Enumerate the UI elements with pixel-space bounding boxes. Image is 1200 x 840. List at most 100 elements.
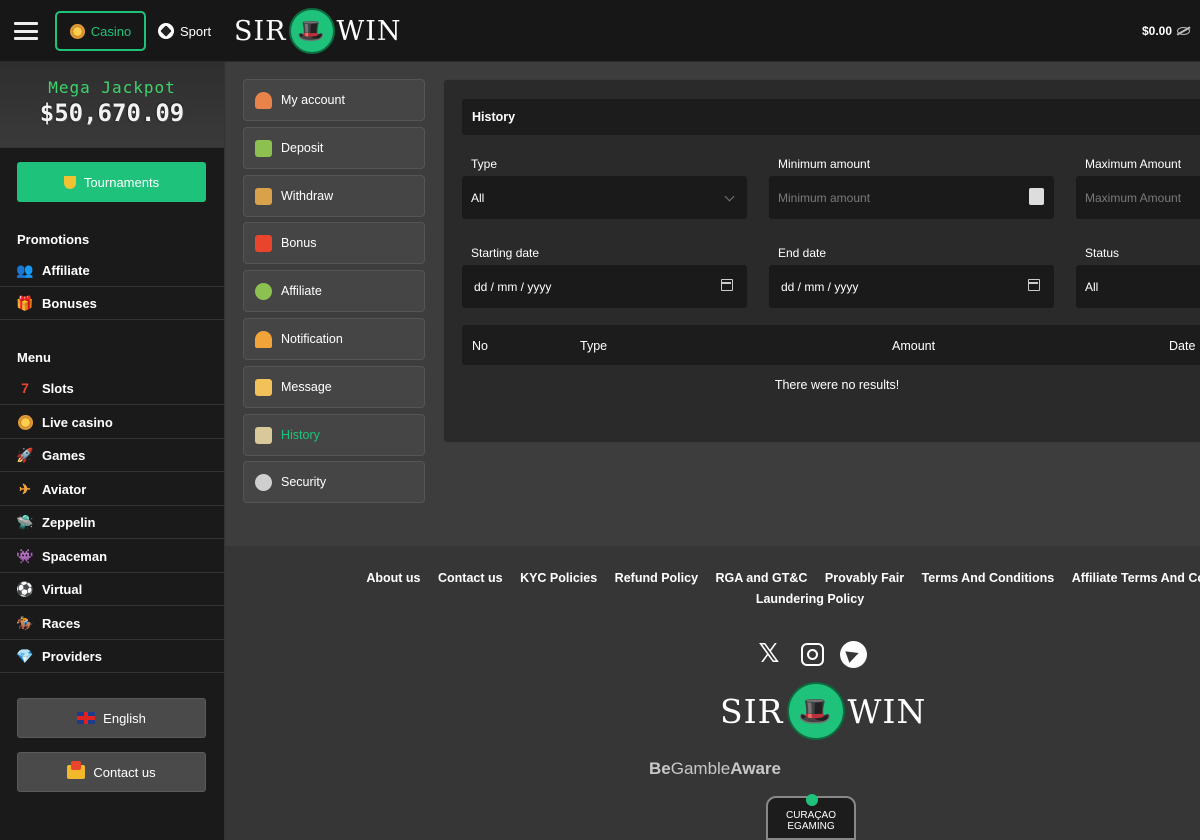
sidebar-item-providers[interactable]: 💎 Providers bbox=[0, 640, 224, 673]
site-logo[interactable]: SIR 🎩 WIN bbox=[234, 8, 402, 54]
bell-icon bbox=[255, 330, 272, 348]
history-table-header: No Type Amount Date bbox=[462, 325, 1200, 365]
footer-link-affiliate-terms[interactable]: Affiliate Terms And Conditions bbox=[1072, 571, 1200, 585]
telegram-icon[interactable] bbox=[839, 640, 867, 668]
sidebar-item-virtual[interactable]: ⚽ Virtual bbox=[0, 573, 224, 606]
uk-flag-icon bbox=[77, 712, 96, 724]
language-button[interactable]: English bbox=[17, 698, 206, 738]
tournaments-label: Tournaments bbox=[83, 174, 160, 190]
footer-link-rga[interactable]: RGA and GT&C bbox=[716, 571, 808, 585]
sidebar-item-label: Zeppelin bbox=[42, 514, 96, 530]
min-amount-label: Minimum amount bbox=[778, 157, 871, 171]
zeppelin-icon: 🛸 bbox=[16, 513, 34, 530]
start-date-input[interactable]: dd / mm / yyyy bbox=[462, 265, 747, 308]
user-icon bbox=[255, 91, 272, 109]
spaceman-icon: 👾 bbox=[16, 547, 34, 564]
account-menu-withdraw[interactable]: Withdraw bbox=[243, 175, 425, 217]
empty-results-message: There were no results! bbox=[774, 378, 900, 392]
max-amount-placeholder: Maximum Amount bbox=[1085, 190, 1182, 205]
sport-label: Sport bbox=[180, 23, 212, 39]
end-date-label: End date bbox=[778, 246, 827, 260]
account-menu-label: Security bbox=[281, 475, 327, 489]
tournaments-button[interactable]: Tournaments bbox=[17, 162, 206, 202]
sidebar-item-slots[interactable]: 7 Slots bbox=[0, 372, 224, 405]
number-spinner-icon[interactable] bbox=[1029, 188, 1044, 205]
envelope-icon bbox=[255, 378, 272, 396]
hide-balance-icon[interactable] bbox=[1177, 27, 1190, 35]
history-title: History bbox=[462, 99, 1200, 135]
plane-icon: ✈ bbox=[19, 480, 31, 497]
column-amount: Amount bbox=[892, 339, 936, 353]
end-date-placeholder: dd / mm / yyyy bbox=[781, 279, 859, 294]
type-select[interactable]: All bbox=[462, 176, 747, 219]
hamburger-menu-icon[interactable] bbox=[14, 22, 38, 40]
calendar-icon[interactable] bbox=[1028, 279, 1040, 291]
casino-label: Casino bbox=[90, 23, 132, 39]
account-menu-affiliate[interactable]: Affiliate bbox=[243, 270, 425, 312]
sidebar-item-zeppelin[interactable]: 🛸 Zeppelin bbox=[0, 506, 224, 539]
casino-button[interactable]: Casino bbox=[55, 11, 146, 51]
security-icon bbox=[255, 473, 272, 491]
x-twitter-icon[interactable]: 𝕏 bbox=[755, 639, 783, 669]
promotions-title: Promotions bbox=[17, 232, 90, 247]
column-date: Date bbox=[1169, 339, 1196, 353]
account-menu-label: Deposit bbox=[281, 141, 324, 155]
sidebar-item-games[interactable]: 🚀 Games bbox=[0, 439, 224, 472]
contact-mail-icon bbox=[67, 761, 86, 779]
sidebar-item-label: Games bbox=[42, 447, 86, 463]
balance-value: $0.00 bbox=[1141, 24, 1172, 38]
sidebar-item-bonuses[interactable]: 🎁 Bonuses bbox=[0, 287, 224, 320]
account-menu-deposit[interactable]: Deposit bbox=[243, 127, 425, 169]
chevron-down-icon bbox=[724, 191, 735, 202]
sidebar-item-aviator[interactable]: ✈ Aviator bbox=[0, 473, 224, 506]
account-menu-bonus[interactable]: Bonus bbox=[243, 222, 425, 264]
account-menu-security[interactable]: Security bbox=[243, 461, 425, 503]
rocket-icon: 🚀 bbox=[16, 446, 34, 463]
account-menu-label: My account bbox=[281, 93, 345, 107]
contact-label: Contact us bbox=[93, 764, 156, 780]
footer-link-refund[interactable]: Refund Policy bbox=[615, 571, 698, 585]
max-amount-input[interactable]: Maximum Amount bbox=[1076, 176, 1200, 219]
footer-logo-left: SIR bbox=[720, 691, 784, 731]
status-select[interactable]: All bbox=[1076, 265, 1200, 308]
footer-link-contact[interactable]: Contact us bbox=[438, 571, 503, 585]
gamble-suffix: Aware bbox=[730, 759, 781, 778]
slots-icon: 7 bbox=[21, 380, 29, 396]
sidebar-item-affiliate[interactable]: 👥 Affiliate bbox=[0, 254, 224, 287]
curacao-egaming-seal[interactable]: CURAÇAO EGAMING bbox=[766, 794, 856, 840]
casino-chip-icon bbox=[69, 23, 85, 39]
account-menu-notification[interactable]: Notification bbox=[243, 318, 425, 360]
gamble-prefix: Be bbox=[649, 759, 671, 778]
gamble-mid: Gamble bbox=[670, 759, 731, 778]
affiliate-icon: 👥 bbox=[16, 261, 34, 278]
sidebar-item-label: Providers bbox=[42, 648, 102, 664]
sidebar-item-label: Virtual bbox=[42, 581, 83, 597]
begambleaware-logo[interactable]: BeGambleAware bbox=[225, 759, 1200, 779]
end-date-input[interactable]: dd / mm / yyyy bbox=[769, 265, 1054, 308]
instagram-icon[interactable] bbox=[798, 640, 826, 668]
footer-link-kyc[interactable]: KYC Policies bbox=[520, 571, 597, 585]
logo-left-text: SIR bbox=[234, 15, 287, 47]
footer-link-terms[interactable]: Terms And Conditions bbox=[922, 571, 1055, 585]
seal-line-2: EGAMING bbox=[787, 821, 835, 832]
footer-link-about[interactable]: About us bbox=[366, 571, 420, 585]
footer-link-laundering[interactable]: Laundering Policy bbox=[756, 592, 864, 606]
wallet-icon bbox=[255, 187, 272, 205]
trophy-icon bbox=[63, 175, 76, 189]
calendar-icon[interactable] bbox=[721, 279, 733, 291]
contact-us-button[interactable]: Contact us bbox=[17, 752, 206, 792]
account-menu-label: Message bbox=[281, 380, 332, 394]
account-menu-history[interactable]: History bbox=[243, 414, 425, 456]
sidebar-item-races[interactable]: 🏇 Races bbox=[0, 607, 224, 640]
balance-display[interactable]: $0.00 bbox=[1142, 24, 1190, 38]
history-panel: History Type All Minimum amount Minimum … bbox=[443, 79, 1200, 443]
sidebar-item-live-casino[interactable]: Live casino bbox=[0, 406, 224, 439]
account-menu-my-account[interactable]: My account bbox=[243, 79, 425, 121]
min-amount-input[interactable]: Minimum amount bbox=[769, 176, 1054, 219]
account-menu-message[interactable]: Message bbox=[243, 366, 425, 408]
sport-button[interactable]: Sport bbox=[158, 20, 211, 42]
sidebar-item-label: Races bbox=[42, 615, 81, 631]
sidebar-item-spaceman[interactable]: 👾 Spaceman bbox=[0, 540, 224, 573]
main-content: My account Deposit Withdraw Bonus Affili… bbox=[225, 62, 1200, 546]
footer-link-provably-fair[interactable]: Provably Fair bbox=[825, 571, 904, 585]
